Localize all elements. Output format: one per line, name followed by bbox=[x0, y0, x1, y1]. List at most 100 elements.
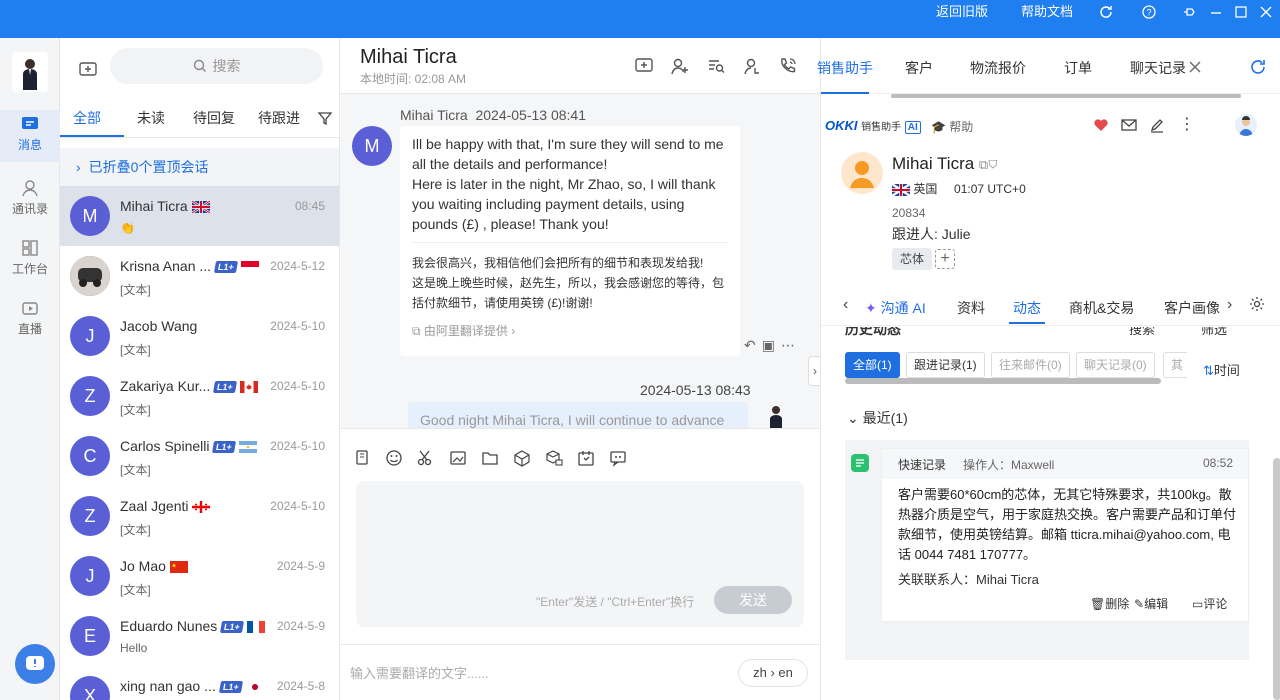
tab-orders[interactable]: 订单 bbox=[1064, 58, 1092, 78]
tab-customer[interactable]: 客户 bbox=[905, 58, 933, 78]
settings-icon[interactable] bbox=[1249, 296, 1265, 312]
tab-unread[interactable]: 未读 bbox=[137, 108, 165, 128]
send-button[interactable]: 发送 bbox=[714, 586, 792, 614]
conversation-item[interactable]: C Carlos Spinelli L1+ 2024-5-10 [文本] bbox=[60, 426, 339, 486]
quote-icon[interactable] bbox=[609, 449, 627, 467]
chat-panel: Mihai Ticra 本地时间: 02:08 AM M Mihai Ticra… bbox=[340, 38, 820, 700]
new-chat-icon[interactable] bbox=[78, 60, 98, 80]
history-filter[interactable]: 筛选 bbox=[1201, 327, 1227, 338]
panel-scrollbar[interactable] bbox=[1273, 458, 1280, 700]
tab-customer-portrait[interactable]: 客户画像 bbox=[1164, 298, 1220, 318]
agent-avatar[interactable] bbox=[1235, 114, 1257, 136]
conversation-item[interactable]: Z Zakariya Kur... L1+ 2024-5-10 [文本] bbox=[60, 366, 339, 426]
close-tab-icon[interactable] bbox=[1189, 61, 1201, 73]
tab-all[interactable]: 全部 bbox=[73, 108, 101, 128]
old-version-button[interactable]: 返回旧版 bbox=[936, 0, 988, 24]
image-icon[interactable] bbox=[449, 449, 467, 467]
pin-icon[interactable] bbox=[1182, 4, 1198, 20]
tab-activity[interactable]: 动态 bbox=[1013, 298, 1041, 318]
tabs-prev-button[interactable]: ‹ bbox=[843, 296, 848, 314]
reply-icon[interactable]: ↶ bbox=[744, 337, 762, 353]
filter-followup[interactable]: 跟进记录(1) bbox=[906, 352, 985, 378]
translate-input[interactable]: 输入需要翻译的文字...... bbox=[350, 663, 489, 682]
tab-scrollbar[interactable] bbox=[891, 94, 1241, 98]
nav-contacts[interactable]: 通讯录 bbox=[0, 174, 60, 226]
nav-live[interactable]: 直播 bbox=[0, 294, 60, 346]
conversation-item[interactable]: X xing nan gao ... L1+ 2024-5-8 bbox=[60, 666, 339, 700]
language-switch[interactable]: zh › en bbox=[738, 659, 808, 687]
conversation-name-row: Zaal Jgenti bbox=[120, 498, 211, 514]
incoming-message[interactable]: Ill be happy with that, I'm sure they wi… bbox=[400, 126, 740, 356]
conversation-item[interactable]: M Mihai Ticra 08:45 👏 bbox=[60, 186, 339, 246]
search-input[interactable]: 搜索 bbox=[110, 48, 323, 84]
user-avatar[interactable] bbox=[12, 52, 48, 92]
pinned-collapsed-bar[interactable]: › 已折叠0个置顶会话 bbox=[60, 148, 339, 186]
phone-icon[interactable] bbox=[778, 56, 798, 76]
help-icon[interactable]: ? bbox=[1141, 4, 1157, 20]
folder-icon[interactable] bbox=[481, 449, 499, 467]
filter-other[interactable]: 其它 bbox=[1163, 352, 1187, 378]
support-chat-button[interactable] bbox=[15, 644, 55, 684]
edit-icon[interactable] bbox=[1149, 117, 1165, 133]
product-box-icon[interactable] bbox=[513, 449, 531, 467]
schedule-icon[interactable] bbox=[577, 449, 595, 467]
graduation-cap-icon: 🎓 bbox=[931, 120, 946, 134]
tab-sales-assistant[interactable]: 销售助手 bbox=[817, 58, 873, 78]
tab-pending-reply[interactable]: 待回复 bbox=[193, 108, 235, 128]
collapse-panel-button[interactable]: › bbox=[808, 356, 820, 386]
image-icon[interactable]: ▣ bbox=[762, 337, 781, 353]
tab-chat-history[interactable]: 聊天记录 bbox=[1130, 58, 1186, 78]
maximize-icon[interactable] bbox=[1233, 4, 1249, 20]
tab-logistics-quote[interactable]: 物流报价 bbox=[970, 58, 1026, 78]
search-messages-icon[interactable] bbox=[706, 56, 726, 76]
conversation-item[interactable]: J Jo Mao 2024-5-9 [文本] bbox=[60, 546, 339, 606]
more-icon[interactable]: ⋯ bbox=[781, 337, 801, 353]
external-link-icon[interactable]: ⧉ bbox=[979, 157, 988, 172]
refresh-icon[interactable] bbox=[1249, 58, 1267, 76]
conversation-item[interactable]: E Eduardo Nunes L1+ 2024-5-9 Hello bbox=[60, 606, 339, 666]
help-doc-button[interactable]: 帮助文档 bbox=[1021, 0, 1073, 24]
tab-opportunities[interactable]: 商机&交易 bbox=[1069, 298, 1134, 318]
conversation-item[interactable]: Z Zaal Jgenti 2024-5-10 [文本] bbox=[60, 486, 339, 546]
tab-profile[interactable]: 资料 bbox=[957, 298, 985, 318]
outgoing-message[interactable]: Good night Mihai Ticra, I will continue … bbox=[408, 402, 748, 428]
product-list-icon[interactable] bbox=[545, 449, 563, 467]
close-icon[interactable] bbox=[1258, 4, 1274, 20]
add-contact-icon[interactable] bbox=[670, 56, 690, 76]
nav-messages[interactable]: 消息 bbox=[0, 110, 60, 162]
tab-pending-followup[interactable]: 待跟进 bbox=[258, 108, 300, 128]
filter-scrollbar[interactable] bbox=[845, 378, 1161, 384]
tabs-next-button[interactable]: › bbox=[1227, 296, 1232, 314]
filter-chats[interactable]: 聊天记录(0) bbox=[1076, 352, 1155, 378]
edit-button[interactable]: ✎编辑 bbox=[1134, 595, 1168, 612]
activity-record-card[interactable]: 快速记录 操作人：Maxwell 08:52 客户需要60*60cm的芯体，无其… bbox=[881, 448, 1249, 622]
filter-icon[interactable] bbox=[317, 110, 333, 126]
recent-group[interactable]: ⌄ 最近(1) bbox=[847, 408, 908, 428]
mail-icon[interactable] bbox=[1121, 118, 1137, 132]
emoji-icon[interactable] bbox=[385, 449, 403, 467]
contact-card-icon[interactable] bbox=[742, 56, 762, 76]
shield-icon[interactable]: ⛉ bbox=[988, 157, 997, 172]
scissors-icon[interactable] bbox=[416, 449, 434, 467]
delete-button[interactable]: 🗑删除 bbox=[1090, 595, 1129, 612]
tab-ai-communication[interactable]: ✦ 沟通 AI bbox=[865, 298, 926, 318]
message-input[interactable]: "Enter"发送 / "Ctrl+Enter"换行 发送 bbox=[356, 481, 804, 627]
comment-button[interactable]: ▭评论 bbox=[1192, 595, 1227, 612]
more-icon[interactable]: ⋮ bbox=[1179, 114, 1195, 134]
nav-workbench[interactable]: 工作台 bbox=[0, 234, 60, 286]
minimize-icon[interactable] bbox=[1208, 4, 1224, 20]
conversation-item[interactable]: Krisna Anan ... L1+ 2024-5-12 [文本] bbox=[60, 246, 339, 306]
history-search[interactable]: 搜索 bbox=[1129, 327, 1155, 338]
filter-emails[interactable]: 往来邮件(0) bbox=[991, 352, 1070, 378]
add-note-icon[interactable] bbox=[634, 56, 654, 76]
add-tag-button[interactable]: + bbox=[935, 249, 955, 269]
help-link[interactable]: 🎓 帮助 bbox=[931, 118, 973, 135]
heart-icon[interactable] bbox=[1093, 118, 1109, 132]
svg-text:?: ? bbox=[1146, 8, 1151, 18]
refresh-icon[interactable] bbox=[1098, 4, 1114, 20]
copy-icon[interactable] bbox=[354, 449, 372, 467]
conversation-item[interactable]: J Jacob Wang 2024-5-10 [文本] bbox=[60, 306, 339, 366]
sort-by-time[interactable]: ⇅时间 bbox=[1203, 360, 1240, 379]
search-icon bbox=[193, 59, 206, 72]
filter-all[interactable]: 全部(1) bbox=[845, 352, 900, 378]
